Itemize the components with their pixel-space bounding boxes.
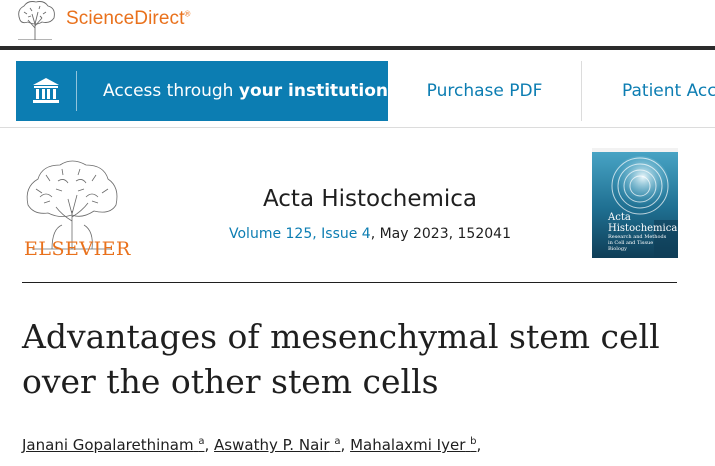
patient-access-button[interactable]: Patient Access (582, 61, 715, 121)
affiliation-marker: b (470, 436, 477, 447)
journal-divider (22, 282, 677, 283)
article-title: Advantages of mesenchymal stem cell over… (22, 317, 660, 401)
registered-mark: ® (184, 9, 191, 19)
author-link[interactable]: Aswathy P. Nair a (214, 436, 340, 454)
purchase-pdf-button[interactable]: Purchase PDF (388, 61, 582, 121)
access-toolbar: Access through your institution Purchase… (0, 54, 715, 128)
elsevier-wordmark: ELSEVIER (24, 238, 131, 260)
sciencedirect-tree-logo[interactable] (10, 0, 60, 40)
journal-cover-image[interactable]: Acta Histochemica Research and Methods i… (592, 148, 678, 258)
volume-issue-link[interactable]: Volume 125, Issue 4 (229, 226, 371, 242)
affiliation-marker: a (198, 436, 205, 447)
affiliation-marker: a (334, 436, 341, 447)
author-link[interactable]: Janani Gopalarethinam a (22, 436, 204, 454)
journal-issue-info: Volume 125, Issue 4, May 2023, 152041 (180, 226, 560, 242)
cover-journal-name: Acta Histochemica Research and Methods i… (608, 212, 678, 252)
sciencedirect-brand[interactable]: ScienceDirect® (66, 8, 191, 30)
institution-icon (16, 71, 78, 111)
author-link[interactable]: Mahalaxmi Iyer b (350, 436, 476, 454)
site-header: ScienceDirect® (0, 0, 715, 46)
header-divider (0, 46, 715, 50)
journal-header: ELSEVIER Acta Histochemica Volume 125, I… (0, 128, 715, 284)
access-through-institution-button[interactable]: Access through your institution (16, 61, 388, 121)
publication-date-article-number: , May 2023, 152041 (370, 226, 511, 242)
access-button-label: Access through your institution (103, 81, 388, 101)
author-list: Janani Gopalarethinam a, Aswathy P. Nair… (22, 436, 482, 454)
journal-title[interactable]: Acta Histochemica (180, 186, 560, 212)
